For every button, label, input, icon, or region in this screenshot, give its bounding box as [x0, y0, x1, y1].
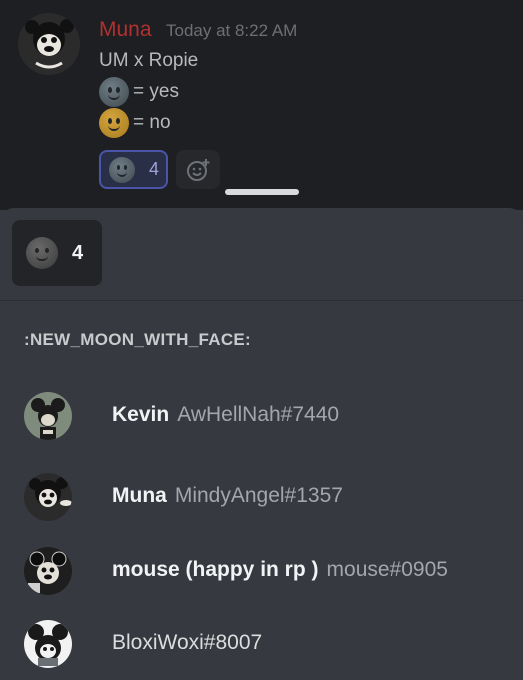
emoji-name-heading: :NEW_MOON_WITH_FACE: [24, 330, 251, 349]
reactor-row[interactable]: mouse (happy in rp ) mouse#0905 [0, 541, 523, 601]
reactor-names: BloxiWoxi#8007 [112, 631, 262, 655]
reaction-button[interactable]: 4 [99, 150, 168, 189]
user-tag: MindyAngel#1357 [174, 484, 343, 507]
reaction-tab-count: 4 [72, 241, 84, 264]
user-tag: AwHellNah#7440 [177, 403, 340, 426]
slightly-smiling-face-icon [99, 108, 129, 138]
reaction-tab[interactable]: 4 [12, 220, 102, 286]
message-line: UM x Ropie [99, 50, 198, 72]
message-header: Muna Today at 8:22 AM [99, 18, 297, 42]
new-moon-with-face-icon [109, 156, 135, 183]
user-avatar [24, 547, 72, 595]
message-timestamp: Today at 8:22 AM [165, 21, 298, 40]
reactor-row[interactable]: Muna MindyAngel#1357 [0, 467, 523, 527]
user-nickname: mouse (happy in rp ) [112, 558, 319, 581]
user-nickname: Kevin [112, 403, 170, 426]
message-text: = no [133, 112, 171, 133]
reactions-sheet: 4 :NEW_MOON_WITH_FACE: Kevin AwHellNah#74… [0, 208, 523, 680]
user-nickname: Muna [112, 484, 167, 507]
message-text: = yes [133, 81, 179, 102]
chat-message-area: Muna Today at 8:22 AM UM x Ropie = yes =… [0, 0, 523, 210]
reactor-names: Kevin AwHellNah#7440 [112, 403, 339, 427]
reactor-names: mouse (happy in rp ) mouse#0905 [112, 558, 448, 582]
message-text: UM x Ropie [99, 50, 199, 71]
user-avatar [24, 620, 72, 668]
new-moon-with-face-icon [99, 77, 129, 107]
add-reaction-icon [187, 159, 210, 181]
new-moon-with-face-icon [26, 237, 58, 269]
message-line: = yes [99, 77, 179, 107]
user-tag: BloxiWoxi#8007 [112, 631, 263, 654]
message-line: = no [99, 108, 171, 138]
reactor-row[interactable]: BloxiWoxi#8007 [0, 614, 523, 674]
user-tag: mouse#0905 [326, 558, 448, 581]
sheet-drag-handle[interactable] [225, 189, 299, 195]
author-name[interactable]: Muna [99, 18, 152, 41]
reactor-row[interactable]: Kevin AwHellNah#7440 [0, 386, 523, 446]
add-reaction-button[interactable] [176, 150, 220, 189]
user-avatar [24, 392, 72, 440]
user-avatar [24, 473, 72, 521]
reaction-count: 4 [149, 159, 160, 179]
author-avatar[interactable] [18, 13, 80, 75]
reactor-names: Muna MindyAngel#1357 [112, 484, 343, 508]
sheet-divider [0, 300, 523, 301]
